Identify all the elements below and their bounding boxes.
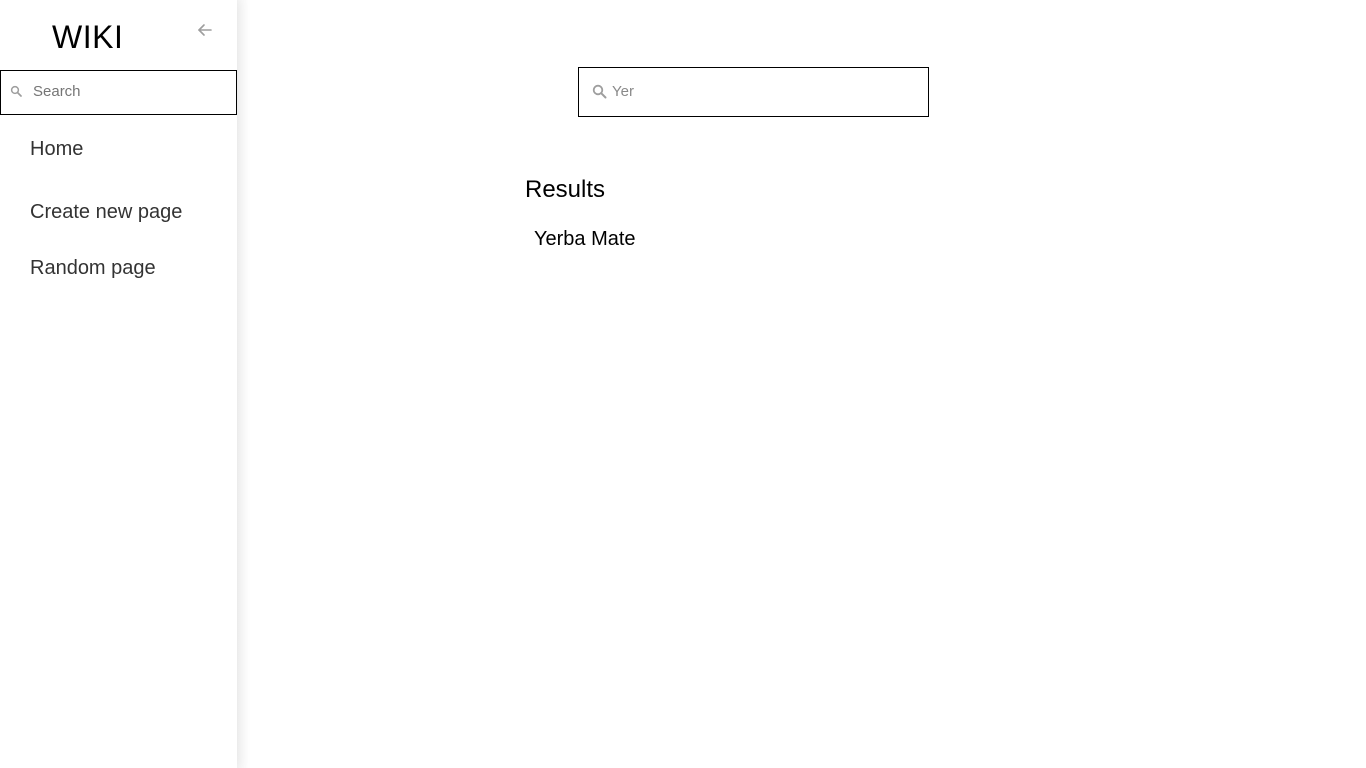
sidebar-search-input[interactable] [33,71,228,112]
sidebar-item-random-page[interactable]: Random page [30,256,156,280]
main-search-input[interactable] [612,68,912,114]
main-search-box [578,67,929,117]
arrow-left-icon [198,24,212,36]
sidebar-shadow [237,0,251,768]
collapse-sidebar-button[interactable] [194,19,216,41]
search-icon [10,85,22,97]
sidebar-item-home[interactable]: Home [30,137,83,161]
sidebar-search-box [0,70,237,115]
site-logo-text: WIKI [52,19,124,55]
search-icon [592,84,607,99]
search-result-link[interactable]: Yerba Mate [534,227,636,251]
sidebar-item-create-new-page[interactable]: Create new page [30,200,182,224]
sidebar: WIKI Home Create new page Random page [0,0,237,768]
results-heading: Results [525,176,606,203]
